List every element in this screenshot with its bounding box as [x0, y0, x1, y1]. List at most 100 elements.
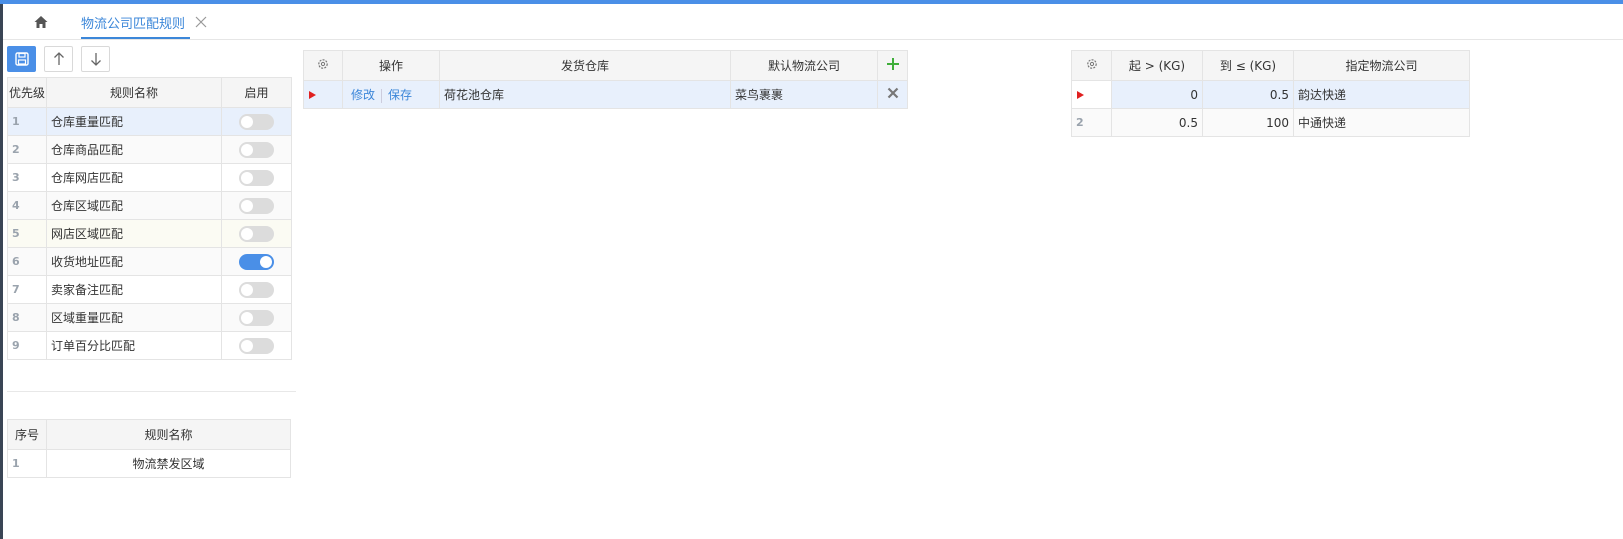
column-header-to-weight[interactable]: 到 ≤ (KG) [1202, 50, 1294, 81]
section-divider [7, 391, 296, 392]
gear-icon [1086, 59, 1097, 69]
warehouse-header-row: 操作 发货仓库 默认物流公司 [303, 50, 908, 81]
to-weight-cell[interactable]: 0.5 [1202, 80, 1294, 109]
company-cell[interactable]: 中通快递 [1293, 108, 1470, 137]
move-down-button[interactable] [81, 46, 110, 72]
priority-cell: 6 [7, 247, 47, 276]
weight-range-table: 起 > (KG) 到 ≤ (KG) 指定物流公司 0 0.5 韵达快递 2 0.… [1071, 50, 1470, 137]
row-marker [303, 80, 343, 109]
save-icon [14, 52, 29, 66]
table-row[interactable]: 6 收货地址匹配 [7, 247, 292, 276]
row-marker-icon [309, 90, 316, 99]
left-edge [0, 4, 3, 539]
priority-cell: 8 [7, 303, 47, 332]
table-row[interactable]: 5 网店区域匹配 [7, 219, 292, 248]
row-marker-icon [1077, 90, 1084, 99]
forbid-header-row: 序号 规则名称 [7, 419, 291, 450]
rule-name-cell[interactable]: 区域重量匹配 [46, 303, 222, 332]
enabled-cell [221, 331, 292, 360]
tab-logistics-rules[interactable]: 物流公司匹配规则 [81, 4, 185, 40]
enable-toggle[interactable] [239, 281, 274, 298]
row-index: 1 [7, 449, 47, 478]
table-row[interactable]: 0 0.5 韵达快递 [1071, 80, 1470, 109]
from-weight-cell[interactable]: 0 [1111, 80, 1203, 109]
company-cell[interactable]: 韵达快递 [1293, 80, 1470, 109]
rule-name-cell[interactable]: 仓库商品匹配 [46, 135, 222, 164]
warehouse-cell[interactable]: 荷花池仓库 [439, 80, 731, 109]
rule-name-cell[interactable]: 仓库网店匹配 [46, 163, 222, 192]
add-row-button[interactable] [877, 50, 908, 81]
close-icon[interactable] [195, 16, 207, 28]
enable-toggle[interactable] [239, 309, 274, 326]
rule-toolbar [7, 46, 110, 72]
column-header-warehouse[interactable]: 发货仓库 [439, 50, 731, 81]
enable-toggle[interactable] [239, 225, 274, 242]
rule-name-cell[interactable]: 网店区域匹配 [46, 219, 222, 248]
arrow-up-icon [53, 52, 64, 65]
move-up-button[interactable] [44, 46, 73, 72]
warehouse-table: 操作 发货仓库 默认物流公司 修改 保存 荷花池仓库 菜鸟裹裹 [303, 50, 908, 109]
enabled-cell [221, 303, 292, 332]
table-row[interactable]: 2 0.5 100 中通快递 [1071, 108, 1470, 137]
row-index: 2 [1071, 108, 1112, 137]
table-row[interactable]: 9 订单百分比匹配 [7, 331, 292, 360]
rule-name-cell[interactable]: 仓库区域匹配 [46, 191, 222, 220]
rule-name-cell[interactable]: 卖家备注匹配 [46, 275, 222, 304]
enable-toggle[interactable] [239, 253, 274, 270]
enable-toggle[interactable] [239, 197, 274, 214]
column-settings[interactable] [303, 50, 343, 81]
table-row[interactable]: 4 仓库区域匹配 [7, 191, 292, 220]
forbidden-rules-table: 序号 规则名称 1 物流禁发区域 [7, 419, 291, 478]
table-row[interactable]: 7 卖家备注匹配 [7, 275, 292, 304]
default-company-cell[interactable]: 菜鸟裹裹 [730, 80, 878, 109]
add-icon [886, 58, 899, 70]
enabled-cell [221, 219, 292, 248]
rule-name-cell[interactable]: 仓库重量匹配 [46, 107, 222, 136]
priority-cell: 7 [7, 275, 47, 304]
home-icon[interactable] [33, 14, 49, 30]
table-row[interactable]: 修改 保存 荷花池仓库 菜鸟裹裹 [303, 80, 908, 109]
priority-cell: 5 [7, 219, 47, 248]
table-row[interactable]: 1 仓库重量匹配 [7, 107, 292, 136]
rule-name-cell[interactable]: 收货地址匹配 [46, 247, 222, 276]
column-header-rule-name[interactable]: 规则名称 [46, 419, 291, 450]
priority-cell: 1 [7, 107, 47, 136]
rules-header-row: 优先级 规则名称 启用 [7, 77, 292, 108]
table-row[interactable]: 3 仓库网店匹配 [7, 163, 292, 192]
edit-link[interactable]: 修改 [351, 88, 375, 102]
save-button[interactable] [7, 46, 36, 72]
enable-toggle[interactable] [239, 169, 274, 186]
weight-header-row: 起 > (KG) 到 ≤ (KG) 指定物流公司 [1071, 50, 1470, 81]
tab-bar: 物流公司匹配规则 [3, 4, 1623, 40]
column-header-index[interactable]: 序号 [7, 419, 47, 450]
row-actions: 修改 保存 [342, 80, 440, 109]
column-header-priority[interactable]: 优先级 [7, 77, 47, 108]
column-header-enabled[interactable]: 启用 [221, 77, 292, 108]
enabled-cell [221, 191, 292, 220]
column-header-rule-name[interactable]: 规则名称 [46, 77, 222, 108]
row-marker [1071, 80, 1112, 109]
save-link[interactable]: 保存 [388, 88, 412, 102]
to-weight-cell[interactable]: 100 [1202, 108, 1294, 137]
table-row[interactable]: 2 仓库商品匹配 [7, 135, 292, 164]
column-header-action[interactable]: 操作 [342, 50, 440, 81]
from-weight-cell[interactable]: 0.5 [1111, 108, 1203, 137]
column-header-from-weight[interactable]: 起 > (KG) [1111, 50, 1203, 81]
enabled-cell [221, 163, 292, 192]
action-separator [381, 88, 383, 103]
tab-underline [81, 37, 190, 39]
table-row[interactable]: 8 区域重量匹配 [7, 303, 292, 332]
column-header-company[interactable]: 指定物流公司 [1293, 50, 1470, 81]
priority-cell: 4 [7, 191, 47, 220]
delete-icon [887, 87, 898, 99]
column-settings[interactable] [1071, 50, 1112, 81]
enabled-cell [221, 275, 292, 304]
delete-row-button[interactable] [877, 80, 908, 109]
rule-name-cell[interactable]: 订单百分比匹配 [46, 331, 222, 360]
enable-toggle[interactable] [239, 113, 274, 130]
enable-toggle[interactable] [239, 337, 274, 354]
enable-toggle[interactable] [239, 141, 274, 158]
rules-table: 优先级 规则名称 启用 1 仓库重量匹配 2 仓库商品匹配 3 仓库网店匹配 4 仓库区域匹配… [7, 77, 292, 360]
table-row[interactable]: 1 物流禁发区域 [7, 449, 291, 478]
column-header-default-company[interactable]: 默认物流公司 [730, 50, 878, 81]
